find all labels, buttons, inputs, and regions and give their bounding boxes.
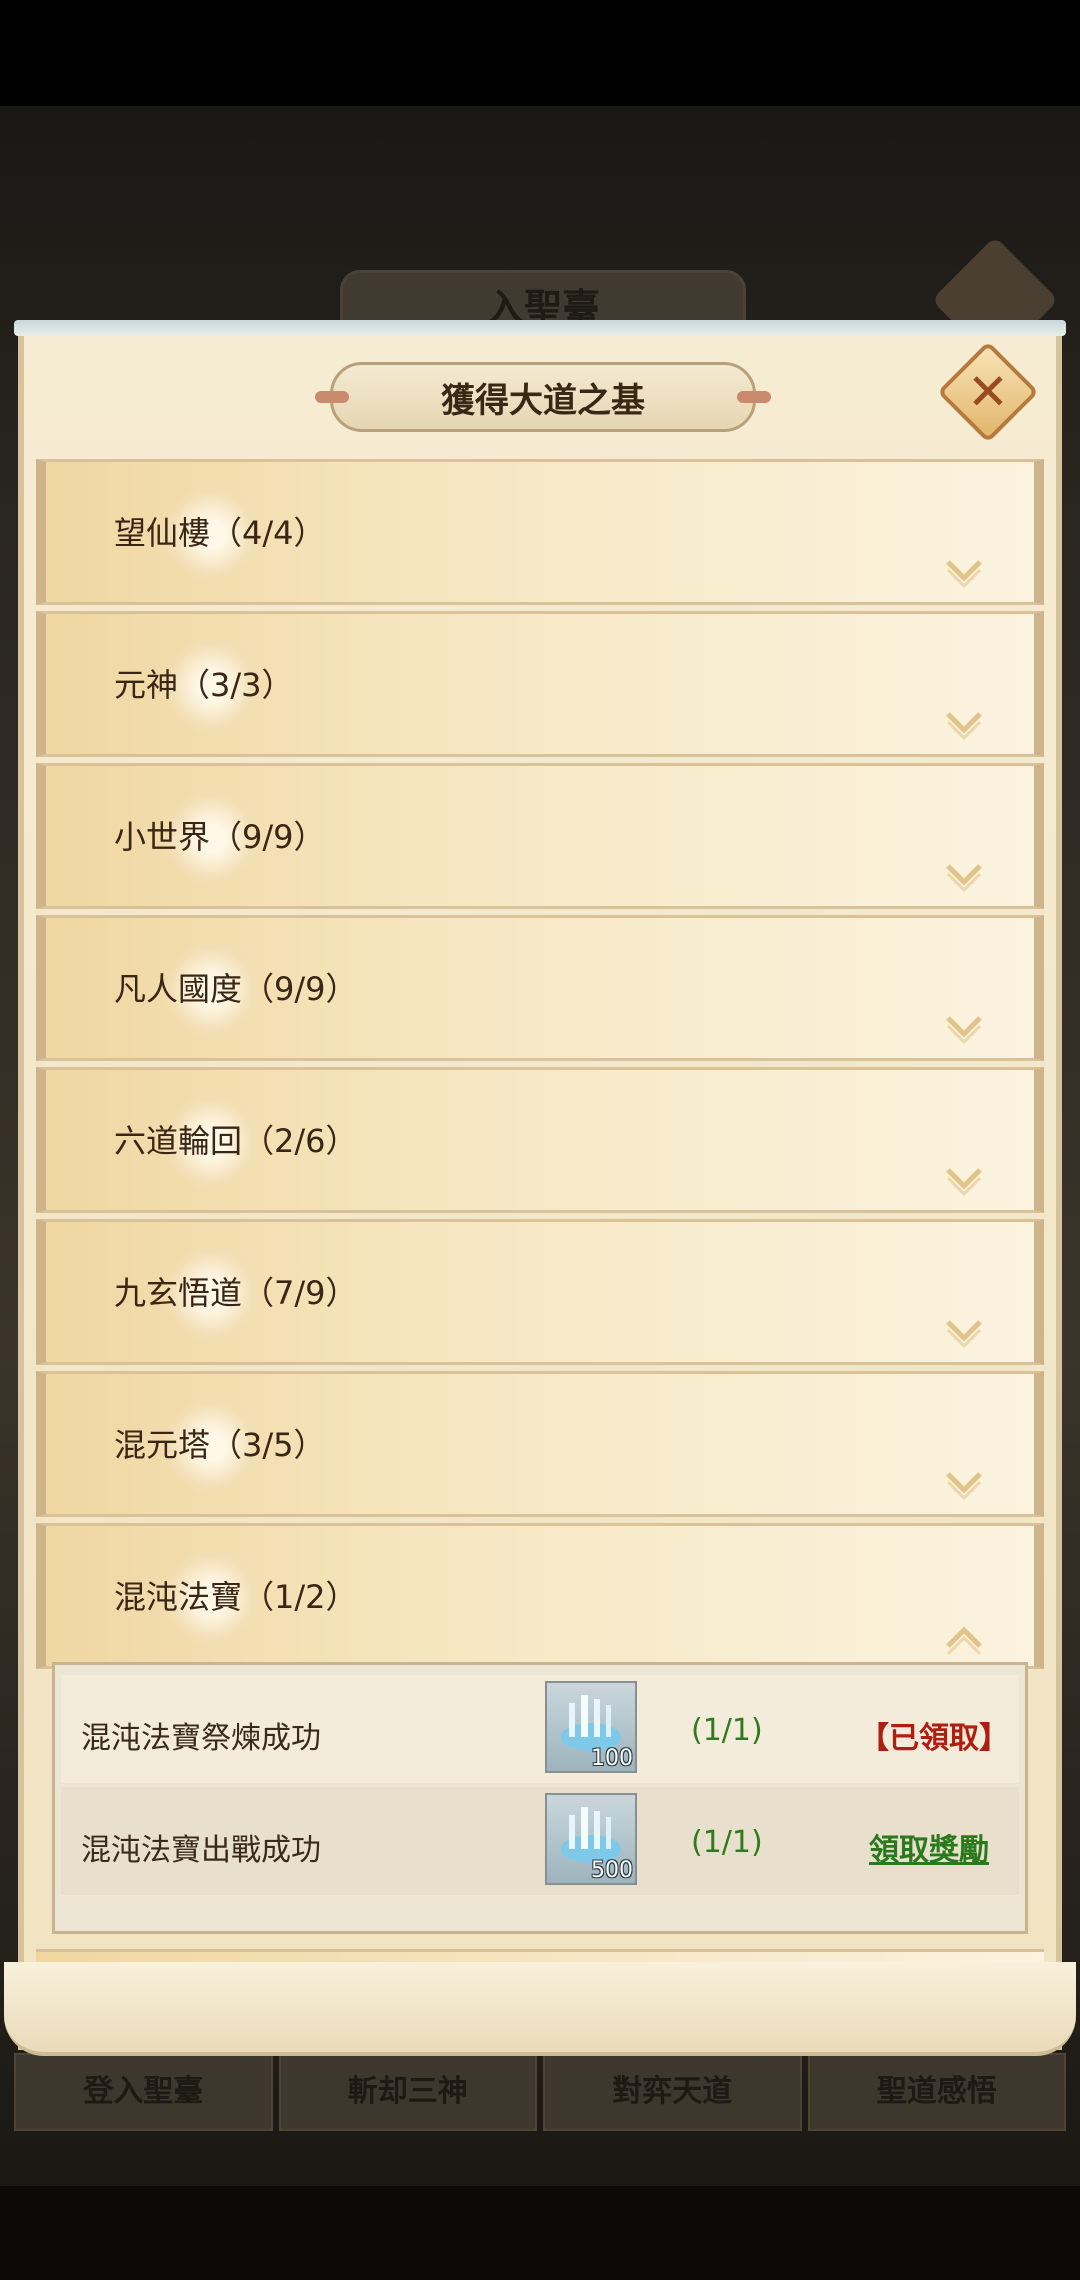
category-label: 六道輪回（2/6） xyxy=(114,1122,358,1160)
title-cap-left xyxy=(315,391,349,403)
task-detail-panel: 混沌法寶祭煉成功 100 (1/1) 【已領取】 混沌法寶出戰成功 500 (1… xyxy=(52,1662,1028,1934)
dialog-title-bar: 獲得大道之基 xyxy=(315,362,771,432)
category-row[interactable]: 元神（3/3） xyxy=(36,611,1044,757)
tab-insight[interactable]: 聖道感悟 xyxy=(807,2053,1066,2131)
chevron-down-icon xyxy=(946,1320,982,1349)
bottom-tab-bar: 登入聖臺 斬却三神 對弈天道 聖道感悟 xyxy=(14,2053,1066,2131)
status-bar xyxy=(0,0,1080,106)
category-list[interactable]: 望仙樓（4/4） 元神（3/3） 小世界（9/9） 凡人國度（9/9） 六道輪回… xyxy=(36,459,1044,1963)
task-row: 混沌法寶出戰成功 500 (1/1) 領取獎勵 xyxy=(61,1787,1019,1895)
category-row-partial[interactable] xyxy=(36,1949,1044,1963)
claimed-status: 【已領取】 xyxy=(859,1721,1009,1756)
crystal-item-icon[interactable]: 500 xyxy=(545,1793,637,1885)
task-name: 混沌法寶出戰成功 xyxy=(81,1833,321,1868)
dialog-title: 獲得大道之基 xyxy=(441,380,645,421)
category-row[interactable]: 凡人國度（9/9） xyxy=(36,915,1044,1061)
item-quantity: 500 xyxy=(591,1858,633,1883)
chevron-down-icon xyxy=(946,864,982,893)
chevron-down-icon xyxy=(946,1472,982,1501)
scroll-bottom xyxy=(4,1962,1076,2056)
chevron-up-icon xyxy=(946,1626,982,1656)
category-row[interactable]: 小世界（9/9） xyxy=(36,763,1044,909)
title-cap-right xyxy=(737,391,771,403)
scroll-rail-top xyxy=(14,320,1066,336)
close-icon: ✕ xyxy=(967,363,1009,421)
category-row[interactable]: 混元塔（3/5） xyxy=(36,1371,1044,1517)
task-progress: (1/1) xyxy=(691,1825,763,1860)
category-label: 混元塔（3/5） xyxy=(114,1426,326,1464)
chevron-down-icon xyxy=(946,712,982,741)
category-label: 小世界（9/9） xyxy=(114,818,326,856)
tab-play-heaven[interactable]: 對弈天道 xyxy=(543,2053,802,2131)
task-row: 混沌法寶祭煉成功 100 (1/1) 【已領取】 xyxy=(61,1675,1019,1783)
item-quantity: 100 xyxy=(591,1746,633,1771)
category-label: 元神（3/3） xyxy=(114,666,294,704)
task-name: 混沌法寶祭煉成功 xyxy=(81,1721,321,1756)
category-row[interactable]: 六道輪回（2/6） xyxy=(36,1067,1044,1213)
category-label: 望仙樓（4/4） xyxy=(114,514,326,552)
task-progress: (1/1) xyxy=(691,1713,763,1748)
tab-slay-three[interactable]: 斬却三神 xyxy=(278,2053,537,2131)
category-label: 混沌法寶（1/2） xyxy=(114,1578,358,1616)
tab-login-platform[interactable]: 登入聖臺 xyxy=(14,2053,273,2131)
chevron-down-icon xyxy=(946,1168,982,1197)
claim-reward-button[interactable]: 領取獎勵 xyxy=(869,1825,989,1869)
category-row[interactable]: 望仙樓（4/4） xyxy=(36,459,1044,605)
category-label: 九玄悟道（7/9） xyxy=(114,1274,358,1312)
category-label: 凡人國度（9/9） xyxy=(114,970,358,1008)
category-row-expanded[interactable]: 混沌法寶（1/2） xyxy=(36,1523,1044,1669)
chevron-down-icon xyxy=(946,560,982,589)
chevron-down-icon xyxy=(946,1016,982,1045)
category-row[interactable]: 九玄悟道（7/9） xyxy=(36,1219,1044,1365)
crystal-item-icon[interactable]: 100 xyxy=(545,1681,637,1773)
